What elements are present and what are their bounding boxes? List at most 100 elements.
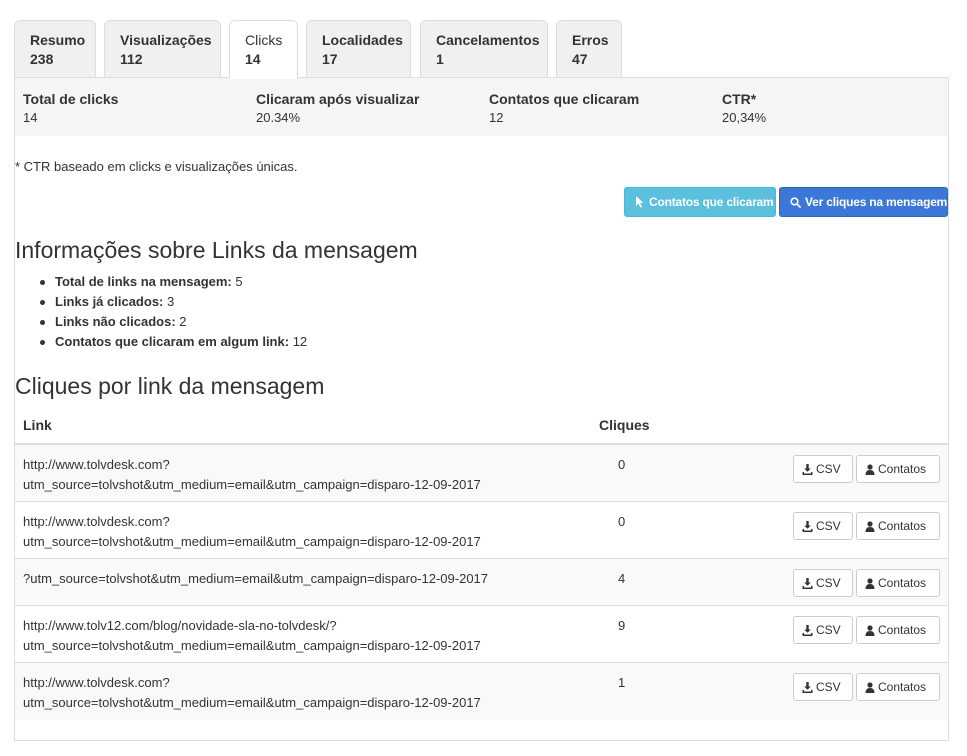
csv-button[interactable]: CSV: [793, 673, 853, 701]
item-label: Contatos que clicaram em algum link:: [55, 334, 290, 349]
link-url-line: http://www.tolvdesk.com?: [23, 457, 170, 472]
table-row: http://www.tolvdesk.com? utm_source=tolv…: [15, 663, 948, 720]
contacts-button[interactable]: Contatos: [856, 569, 940, 597]
user-icon: [865, 625, 875, 636]
tab-count: 238: [30, 51, 54, 67]
user-icon: [865, 521, 875, 532]
tab-label: Clicks: [245, 32, 283, 48]
item-value: 3: [167, 294, 175, 309]
item-label: Links já clicados:: [55, 294, 164, 309]
csv-button[interactable]: CSV: [793, 616, 853, 644]
stats-bar: Total de clicks 14 Clicaram após visuali…: [15, 78, 948, 136]
tab-label: Cancelamentos: [436, 32, 540, 48]
link-url-line: utm_source=tolvshot&utm_medium=email&utm…: [23, 695, 481, 710]
download-icon: [802, 464, 813, 475]
csv-button[interactable]: CSV: [793, 455, 853, 483]
tab-count: 47: [572, 51, 588, 67]
button-label: CSV: [816, 623, 841, 637]
clicks-panel: Total de clicks 14 Clicaram após visuali…: [14, 77, 949, 741]
link-url: http://www.tolvdesk.com? utm_source=tolv…: [23, 455, 583, 495]
tab-label: Visualizações: [120, 32, 212, 48]
list-item: Contatos que clicaram em algum link: 12: [39, 332, 308, 352]
click-count: 4: [618, 571, 626, 586]
link-url-line: http://www.tolvdesk.com?: [23, 514, 170, 529]
tab-erros[interactable]: Erros 47: [556, 20, 622, 78]
view-clicks-button[interactable]: Ver cliques na mensagem: [779, 187, 948, 217]
user-icon: [865, 578, 875, 589]
contacts-button[interactable]: Contatos: [856, 455, 940, 483]
download-icon: [802, 521, 813, 532]
item-value: 5: [235, 274, 243, 289]
stat-label: Contatos que clicaram: [489, 91, 640, 107]
link-url: http://www.tolv12.com/blog/novidade-sla-…: [23, 616, 583, 656]
list-item: Links já clicados: 3: [39, 292, 307, 312]
button-label: Ver cliques na mensagem: [805, 195, 948, 209]
link-url: http://www.tolvdesk.com? utm_source=tolv…: [23, 512, 583, 552]
tab-visualizacoes[interactable]: Visualizações 112: [104, 20, 221, 78]
stat-contacts-clicked: Contatos que clicaram 12: [489, 90, 639, 128]
stat-total-clicks: Total de clicks 14: [23, 90, 118, 128]
links-info-title: Informações sobre Links da mensagem: [15, 237, 418, 263]
table-row: http://www.tolvdesk.com? utm_source=tolv…: [15, 502, 948, 559]
stat-clicked-after-view: Clicaram após visualizar 20.34%: [256, 90, 419, 128]
links-info-list: Total de links na mensagem: 5 Links já c…: [39, 272, 308, 352]
contacts-button[interactable]: Contatos: [856, 673, 940, 701]
list-item: Links não clicados: 2: [39, 312, 307, 332]
table-header: Link Cliques: [15, 407, 948, 445]
click-count: 0: [618, 514, 626, 529]
user-icon: [865, 464, 875, 475]
stat-value: 12: [489, 110, 504, 125]
download-icon: [802, 682, 813, 693]
tab-label: Erros: [572, 32, 609, 48]
link-url-line: utm_source=tolvshot&utm_medium=email&utm…: [23, 477, 481, 492]
tab-label: Localidades: [322, 32, 403, 48]
tab-count: 14: [245, 51, 261, 67]
download-icon: [802, 625, 813, 636]
csv-button[interactable]: CSV: [793, 569, 853, 597]
tab-clicks[interactable]: Clicks 14: [229, 20, 298, 79]
tab-resumo[interactable]: Resumo 238: [14, 20, 96, 78]
table-row: http://www.tolv12.com/blog/novidade-sla-…: [15, 606, 948, 663]
tab-bar: Resumo 238 Visualizações 112 Clicks 14 L…: [14, 20, 949, 79]
button-label: CSV: [816, 680, 841, 694]
csv-button[interactable]: CSV: [793, 512, 853, 540]
item-value: 2: [179, 314, 187, 329]
tab-label: Resumo: [30, 32, 86, 48]
contacts-button[interactable]: Contatos: [856, 512, 940, 540]
button-label: Contatos: [878, 623, 927, 637]
item-value: 12: [292, 334, 308, 349]
button-label: Contatos: [878, 462, 927, 476]
list-item: Total de links na mensagem: 5: [39, 272, 307, 292]
click-count: 9: [618, 618, 626, 633]
item-label: Total de links na mensagem:: [55, 274, 232, 289]
stat-value: 20.34%: [256, 110, 301, 125]
contacts-button[interactable]: Contatos: [856, 616, 940, 644]
button-label: Contatos: [878, 576, 927, 590]
header-link: Link: [23, 417, 52, 433]
button-label: CSV: [816, 576, 841, 590]
tab-count: 17: [322, 51, 338, 67]
link-url-line: http://www.tolv12.com/blog/novidade-sla-…: [23, 618, 337, 633]
stat-label: Total de clicks: [23, 91, 119, 107]
table-row: ?utm_source=tolvshot&utm_medium=email&ut…: [15, 559, 948, 606]
stat-value: 20,34%: [722, 110, 767, 125]
cursor-pointer-icon: [636, 196, 644, 208]
table-row: http://www.tolvdesk.com? utm_source=tolv…: [15, 445, 948, 502]
click-count: 0: [618, 457, 626, 472]
button-label: Contatos que clicaram: [649, 195, 774, 209]
button-label: Contatos: [878, 680, 927, 694]
link-url-line: utm_source=tolvshot&utm_medium=email&utm…: [23, 534, 481, 549]
link-url-line: http://www.tolvdesk.com?: [23, 675, 170, 690]
link-url: http://www.tolvdesk.com? utm_source=tolv…: [23, 673, 583, 713]
tab-localidades[interactable]: Localidades 17: [306, 20, 411, 78]
tab-cancelamentos[interactable]: Cancelamentos 1: [420, 20, 548, 78]
item-label: Links não clicados:: [55, 314, 176, 329]
tab-count: 112: [120, 51, 143, 67]
link-url-line: utm_source=tolvshot&utm_medium=email&utm…: [23, 638, 481, 653]
contacts-clicked-button[interactable]: Contatos que clicaram: [624, 187, 776, 217]
button-label: CSV: [816, 462, 841, 476]
user-icon: [865, 682, 875, 693]
button-label: Contatos: [878, 519, 927, 533]
search-icon: [790, 197, 801, 208]
header-clicks: Cliques: [599, 417, 650, 433]
